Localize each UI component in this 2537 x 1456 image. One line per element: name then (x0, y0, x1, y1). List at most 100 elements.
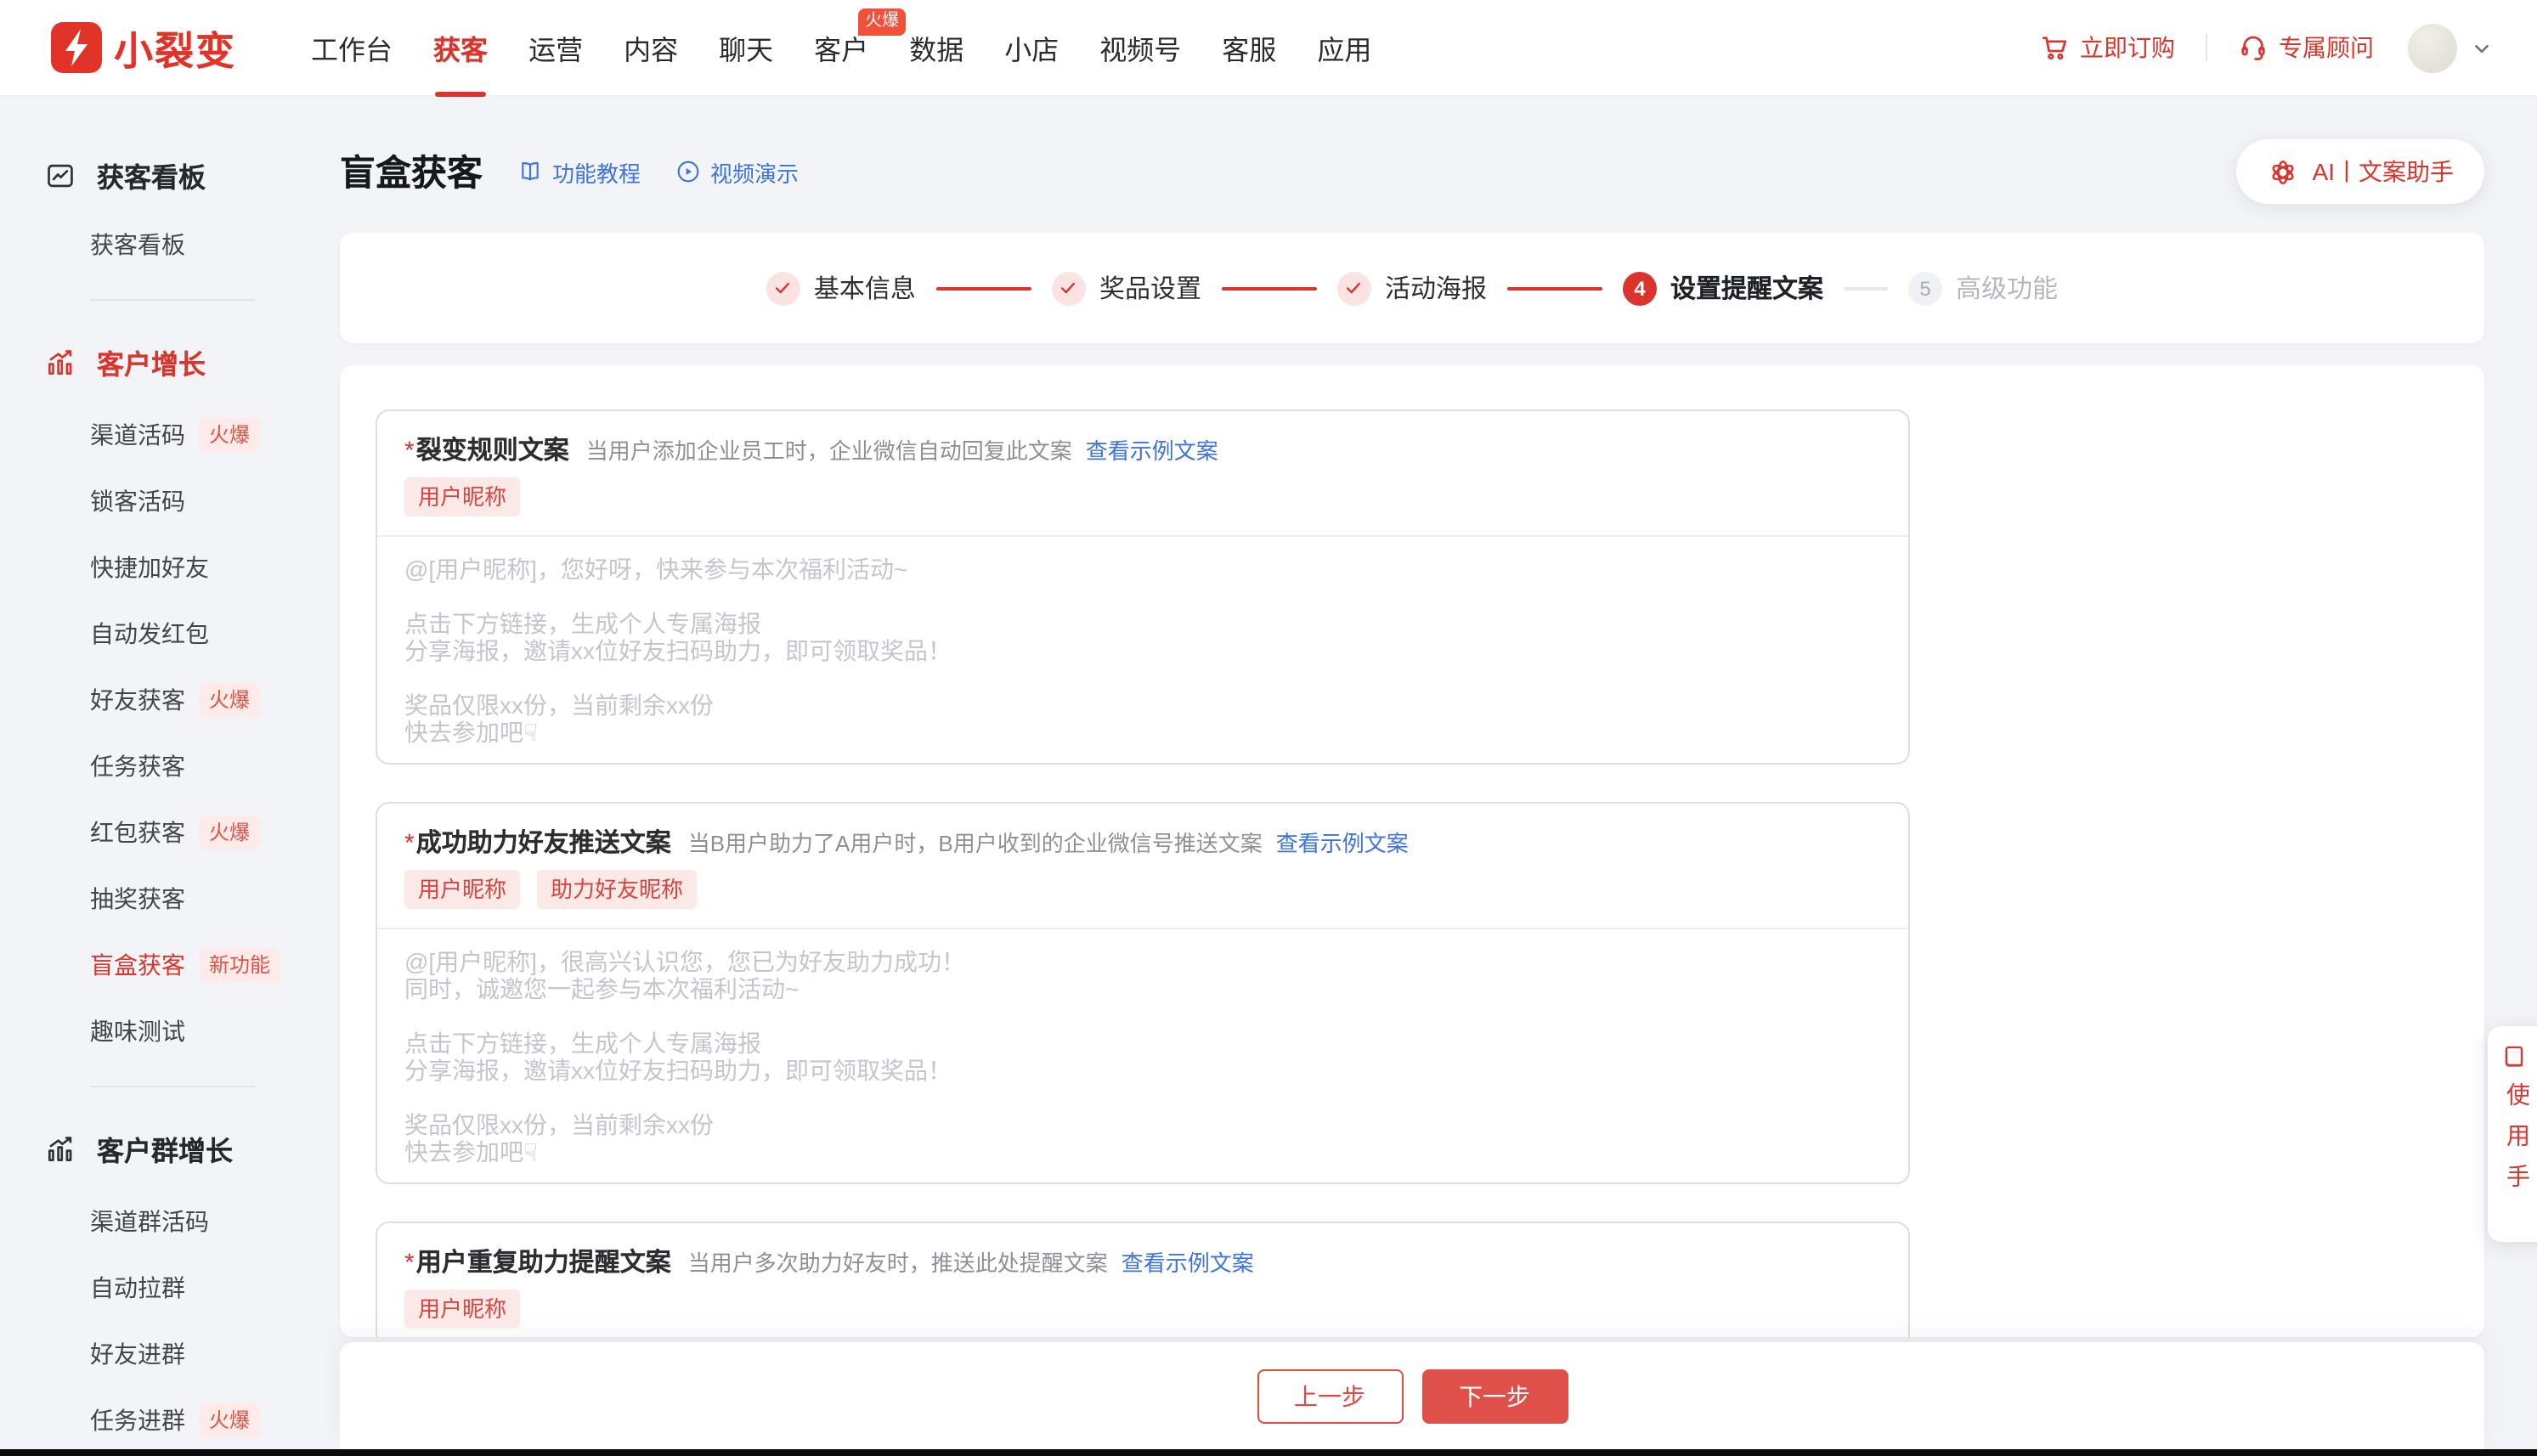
step-prize-setup[interactable]: 奖品设置 (1052, 270, 1201, 306)
nav-item-content[interactable]: 内容 (624, 0, 678, 96)
required-mark: * (404, 437, 415, 466)
card-title: 裂变规则文案 (416, 432, 569, 467)
assist-success-copy-card: * 成功助力好友推送文案 当B用户助力了A用户时，B用户收到的企业微信号推送文案… (376, 802, 1910, 1184)
variable-tag-nickname[interactable]: 用户昵称 (404, 870, 520, 909)
card-header: * 用户重复助力提醒文案 当用户多次助力好友时，推送此处提醒文案 查看示例文案 … (377, 1223, 1908, 1337)
copy-textarea[interactable]: @[用户昵称]，您好呀，快来参与本次福利活动~ 点击下方链接，生成个人专属海报 … (377, 537, 1908, 763)
form-panel: * 裂变规则文案 当用户添加企业员工时，企业微信自动回复此文案 查看示例文案 用… (340, 365, 2484, 1337)
nav-item-chat[interactable]: 聊天 (719, 0, 773, 96)
sidebar-section-group-growth: 客户群增长 (44, 1128, 335, 1169)
step-connector (936, 286, 1031, 290)
page-header: 盲盒获客 功能教程 视频演示 (340, 139, 2484, 204)
card-title: 用户重复助力提醒文案 (416, 1244, 671, 1279)
play-circle-icon (675, 158, 702, 185)
sidebar-item-auto-redpacket[interactable]: 自动发红包 (90, 622, 335, 646)
nav-item-apps[interactable]: 应用 (1317, 0, 1371, 96)
nav-item-shop[interactable]: 小店 (1004, 0, 1059, 96)
view-example-link[interactable]: 查看示例文案 (1276, 826, 1409, 858)
video-demo-link[interactable]: 视频演示 (675, 155, 799, 188)
sidebar-item-friend-acquisition[interactable]: 好友获客火爆 (90, 688, 335, 712)
page-title: 盲盒获客 (340, 146, 483, 197)
nav-item-workbench[interactable]: 工作台 (311, 0, 393, 96)
variable-tag-nickname[interactable]: 用户昵称 (404, 477, 520, 516)
cart-icon (2039, 32, 2070, 63)
sidebar-item-lock-code[interactable]: 锁客活码 (90, 489, 335, 513)
top-navbar: 小裂变 工作台 获客 运营 内容 聊天 客户 火爆 数据 小店 视频号 客服 应… (0, 0, 2537, 97)
brand-name: 小裂变 (114, 19, 236, 76)
sidebar-item-channel-code[interactable]: 渠道活码火爆 (90, 423, 335, 447)
card-description: 当用户添加企业员工时，企业微信自动回复此文案 (586, 433, 1072, 466)
sidebar-item-fun-test[interactable]: 趣味测试 (90, 1019, 335, 1043)
previous-step-button[interactable]: 上一步 (1257, 1369, 1403, 1424)
growth-chart-icon (44, 1132, 76, 1165)
sidebar-item-friend-join-group[interactable]: 好友进群 (90, 1342, 335, 1366)
sidebar-item-quick-add-friend[interactable]: 快捷加好友 (90, 556, 335, 579)
step-connector (1222, 286, 1317, 290)
sidebar-item-lottery-acquisition[interactable]: 抽奖获客 (90, 887, 335, 911)
line-chart-icon (44, 159, 76, 191)
sidebar-item-auto-group[interactable]: 自动拉群 (90, 1276, 335, 1300)
variable-tag-helper-nickname[interactable]: 助力好友昵称 (537, 870, 697, 909)
nav-item-data[interactable]: 数据 (909, 0, 963, 96)
growth-chart-icon (44, 346, 76, 378)
lightning-logo-icon (51, 22, 102, 73)
ai-flower-icon (2267, 155, 2299, 188)
view-example-link[interactable]: 查看示例文案 (1122, 1245, 1254, 1278)
app-window: 小裂变 工作台 获客 运营 内容 聊天 客户 火爆 数据 小店 视频号 客服 应… (0, 0, 2537, 1456)
sidebar-item-channel-group-code[interactable]: 渠道群活码 (90, 1210, 335, 1233)
sidebar-item-blindbox-acquisition[interactable]: 盲盒获客新功能 (90, 953, 335, 977)
hot-badge: 火爆 (199, 1403, 260, 1437)
manual-label: 使用手册 (2501, 1081, 2537, 1242)
ai-copy-assistant-button[interactable]: AI丨文案助手 (2236, 139, 2484, 204)
nav-item-service[interactable]: 客服 (1222, 0, 1276, 96)
card-description: 当用户多次助力好友时，推送此处提醒文案 (688, 1245, 1108, 1278)
nav-item-customers[interactable]: 客户 火爆 (814, 0, 868, 96)
sidebar-item-kanban[interactable]: 获客看板 (90, 233, 335, 257)
hot-badge: 火爆 (858, 8, 906, 35)
step-reminder-copy[interactable]: 4 设置提醒文案 (1623, 270, 1823, 306)
hot-badge: 火爆 (199, 418, 260, 452)
divider (90, 299, 255, 301)
main-content: 盲盒获客 功能教程 视频演示 (340, 97, 2484, 1456)
primary-nav: 工作台 获客 运营 内容 聊天 客户 火爆 数据 小店 视频号 客服 应用 (311, 0, 1371, 96)
sidebar-item-task-acquisition[interactable]: 任务获客 (90, 754, 335, 778)
bottom-edge-strip (0, 1449, 2537, 1456)
copy-textarea[interactable]: @[用户昵称]，很高兴认识您，您已为好友助力成功！ 同时，诚邀您一起参与本次福利… (377, 929, 1908, 1182)
hot-badge: 火爆 (199, 683, 260, 717)
nav-item-operations[interactable]: 运营 (528, 0, 583, 96)
step-basic-info[interactable]: 基本信息 (766, 270, 916, 306)
variable-tag-nickname[interactable]: 用户昵称 (404, 1290, 520, 1329)
step-advanced-features[interactable]: 5 高级功能 (1908, 270, 2058, 306)
order-now-button[interactable]: 立即订购 (2039, 31, 2175, 65)
headset-icon (2238, 32, 2269, 63)
sidebar: 获客看板 获客看板 客户增长 渠道活码火爆 锁客活码 快捷加好友 自动发红包 好… (0, 97, 335, 1456)
required-mark: * (404, 1249, 415, 1278)
nav-item-acquisition[interactable]: 获客 (433, 0, 488, 96)
advisor-button[interactable]: 专属顾问 (2238, 31, 2374, 65)
user-manual-tab[interactable]: 使用手册 (2488, 1026, 2537, 1242)
tutorial-link[interactable]: 功能教程 (517, 155, 641, 188)
step-check-icon (766, 271, 800, 305)
sidebar-item-task-join-group[interactable]: 任务进群火爆 (90, 1408, 335, 1432)
step-number: 4 (1623, 271, 1657, 305)
nav-item-video-channel[interactable]: 视频号 (1099, 0, 1181, 96)
wizard-footer: 上一步 下一步 (340, 1342, 2484, 1451)
card-header: * 成功助力好友推送文案 当B用户助力了A用户时，B用户收到的企业微信号推送文案… (377, 804, 1908, 929)
next-step-button[interactable]: 下一步 (1421, 1369, 1568, 1424)
card-description: 当B用户助力了A用户时，B用户收到的企业微信号推送文案 (688, 826, 1263, 858)
brand-logo[interactable]: 小裂变 (51, 19, 236, 76)
user-avatar[interactable] (2408, 23, 2457, 72)
card-title: 成功助力好友推送文案 (416, 824, 671, 860)
hot-badge: 火爆 (199, 815, 260, 849)
view-example-link[interactable]: 查看示例文案 (1086, 433, 1218, 466)
step-activity-poster[interactable]: 活动海报 (1337, 270, 1487, 306)
sidebar-section-customer-growth: 客户增长 (44, 341, 335, 382)
nav-right-actions: 立即订购 专属顾问 (2039, 23, 2537, 72)
manual-book-icon (2500, 1043, 2529, 1071)
step-connector (1507, 286, 1602, 290)
chevron-down-icon[interactable] (2471, 37, 2493, 59)
step-check-icon (1052, 271, 1086, 305)
wizard-stepper: 基本信息 奖品设置 活动海报 4 (766, 270, 2058, 306)
sidebar-item-redpacket-acquisition[interactable]: 红包获客火爆 (90, 821, 335, 844)
sidebar-section-kanban: 获客看板 (44, 155, 335, 195)
